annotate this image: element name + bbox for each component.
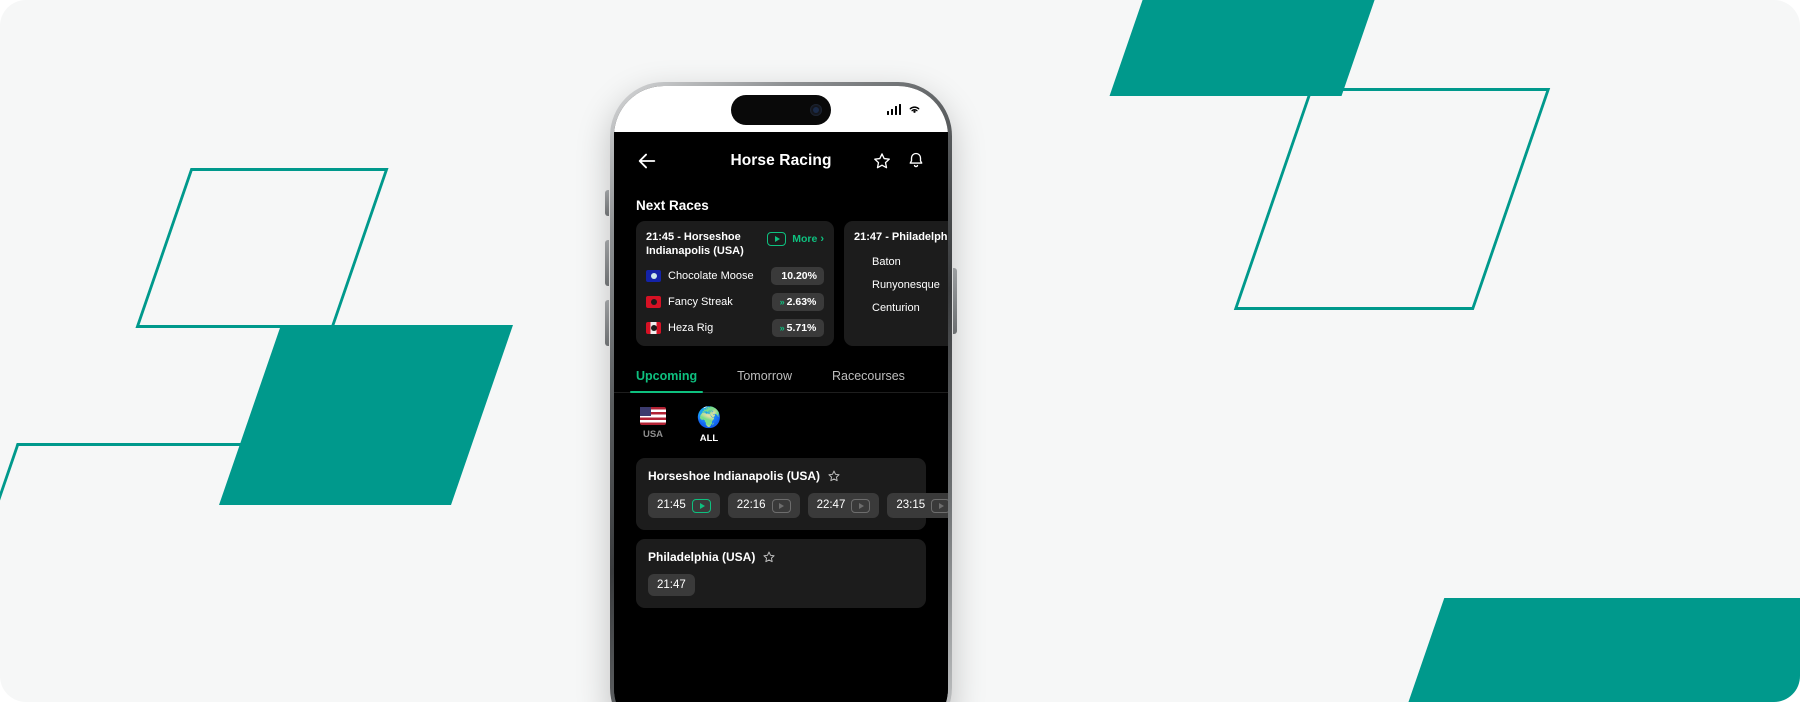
race-time-chip[interactable]: 22:16 xyxy=(727,492,800,518)
wifi-icon xyxy=(909,106,920,113)
decorative-parallelogram-outline-right xyxy=(1233,88,1551,310)
star-outline-icon[interactable] xyxy=(872,151,892,171)
trend-arrows-icon: » xyxy=(779,322,785,333)
status-bar xyxy=(614,86,948,132)
play-video-icon[interactable] xyxy=(771,498,791,513)
runner-row[interactable]: Heza Rig » 5.71% xyxy=(646,318,824,337)
racecourse-card-header: Philadelphia (USA) xyxy=(648,550,914,564)
phone-mute-switch xyxy=(605,190,609,216)
runner-name: Fancy Streak xyxy=(668,295,733,308)
runner-percentage-chip[interactable]: » 2.63% xyxy=(772,292,824,311)
phone-volume-up-button xyxy=(605,240,609,286)
race-time-chip[interactable]: 21:45 xyxy=(648,492,720,518)
race-time-chip[interactable]: 21:47 xyxy=(648,573,695,596)
bell-icon[interactable] xyxy=(906,151,926,171)
next-races-carousel[interactable]: 21:45 - Horseshoe Indianapolis (USA) Mor… xyxy=(614,221,948,346)
status-bar-indicators xyxy=(886,103,923,115)
phone-screen: Horse Racing Next Races 21:45 - Horsesho… xyxy=(614,86,948,702)
tab-upcoming[interactable]: Upcoming xyxy=(629,360,704,393)
phone-mockup: Horse Racing Next Races 21:45 - Horsesho… xyxy=(605,82,957,702)
usa-flag-icon xyxy=(640,406,666,425)
play-video-icon[interactable] xyxy=(931,498,948,513)
tab-tomorrow[interactable]: Tomorrow xyxy=(737,360,792,392)
phone-power-button xyxy=(953,268,957,334)
country-filter-usa[interactable]: USA xyxy=(636,406,670,444)
next-race-title: 21:45 - Horseshoe Indianapolis (USA) xyxy=(646,231,744,257)
page-background: Horse Racing Next Races 21:45 - Horsesho… xyxy=(0,0,1800,702)
runner-name: Runyonesque xyxy=(872,278,940,291)
runner-name: Chocolate Moose xyxy=(668,269,754,282)
next-races-heading: Next Races xyxy=(636,198,709,213)
race-time-label: 23:15 xyxy=(896,499,926,512)
star-outline-icon[interactable] xyxy=(827,469,841,483)
globe-icon: 🌍 xyxy=(696,406,722,429)
racecourse-card[interactable]: Horseshoe Indianapolis (USA) 21:45 22:16… xyxy=(636,457,948,530)
dynamic-island xyxy=(731,95,831,125)
racecourse-name: Horseshoe Indianapolis (USA) xyxy=(648,468,821,483)
decorative-parallelogram-filled-left xyxy=(219,325,513,505)
play-video-icon[interactable] xyxy=(767,232,787,246)
tab-bar: Upcoming Tomorrow Racecourses xyxy=(614,360,948,393)
runner-row[interactable]: Fancy Streak » 2.63% xyxy=(646,292,824,311)
runner-percentage-value: 2.63% xyxy=(786,295,817,308)
decorative-parallelogram-filled-top-right xyxy=(1109,0,1393,96)
race-time-label: 22:47 xyxy=(816,499,846,512)
runner-name: Baton xyxy=(872,255,901,268)
front-camera-icon xyxy=(810,104,822,116)
country-filter-label: ALL xyxy=(699,432,719,444)
racecourse-card-header: Horseshoe Indianapolis (USA) xyxy=(648,469,914,483)
tab-racecourses[interactable]: Racecourses xyxy=(832,360,905,392)
decorative-line-left xyxy=(0,443,417,702)
play-video-icon[interactable] xyxy=(851,498,871,513)
racecourse-list: Horseshoe Indianapolis (USA) 21:45 22:16… xyxy=(614,450,948,608)
chevron-right-icon: › xyxy=(820,233,824,245)
runner-percentage-value: 5.71% xyxy=(786,321,817,334)
jockey-silk-icon xyxy=(646,321,661,334)
runner-row[interactable]: Chocolate Moose 10.20% xyxy=(646,266,824,285)
trend-arrows-icon: » xyxy=(779,296,785,307)
decorative-parallelogram-outline-left xyxy=(135,168,389,328)
race-time-row: 21:47 xyxy=(648,573,914,596)
runner-percentage-value: 10.20% xyxy=(781,269,817,282)
race-time-label: 22:16 xyxy=(736,499,766,512)
next-race-card[interactable]: 21:45 - Horseshoe Indianapolis (USA) Mor… xyxy=(636,221,834,346)
runner-name: Centurion xyxy=(872,301,920,314)
race-time-chip[interactable]: 23:15 xyxy=(887,492,948,518)
race-time-label: 21:47 xyxy=(657,578,686,591)
star-outline-icon[interactable] xyxy=(762,550,776,564)
runner-percentage-chip[interactable]: 10.20% xyxy=(771,266,824,285)
country-filter-bar: USA 🌍 ALL xyxy=(614,393,948,450)
next-race-card-header: 21:45 - Horseshoe Indianapolis (USA) Mor… xyxy=(646,231,824,259)
app-header: Horse Racing xyxy=(614,132,948,190)
runner-percentage-chip[interactable]: » 5.71% xyxy=(772,318,824,337)
racecourse-name: Philadelphia (USA) xyxy=(648,549,756,564)
race-time-chip[interactable]: 22:47 xyxy=(807,492,880,518)
jockey-silk-icon xyxy=(646,295,661,308)
play-video-icon[interactable] xyxy=(691,498,711,513)
more-link-label: More xyxy=(792,233,818,245)
race-time-row: 21:45 22:16 22:47 23:15 xyxy=(648,492,948,518)
runner-name: Heza Rig xyxy=(668,321,714,334)
race-time-label: 21:45 xyxy=(657,499,686,512)
cellular-bars-icon xyxy=(886,103,901,115)
country-filter-label: USA xyxy=(642,428,664,440)
racecourse-card[interactable]: Philadelphia (USA) 21:47 xyxy=(636,538,926,608)
next-race-card-header: 21:47 - Philadelphia (USA) xyxy=(854,231,948,245)
more-link[interactable]: More › xyxy=(792,233,824,245)
jockey-silk-icon xyxy=(646,269,661,282)
phone-volume-down-button xyxy=(605,300,609,346)
back-arrow-icon[interactable] xyxy=(636,150,658,172)
decorative-parallelogram-filled-bottom-right xyxy=(1385,598,1800,702)
app-screen: Horse Racing Next Races 21:45 - Horsesho… xyxy=(614,132,948,702)
next-race-card[interactable]: 21:47 - Philadelphia (USA) Baton Runyone… xyxy=(844,221,948,346)
next-race-title: 21:47 - Philadelphia (USA) xyxy=(854,231,948,243)
country-filter-all[interactable]: 🌍 ALL xyxy=(692,407,726,444)
header-actions xyxy=(872,151,926,171)
